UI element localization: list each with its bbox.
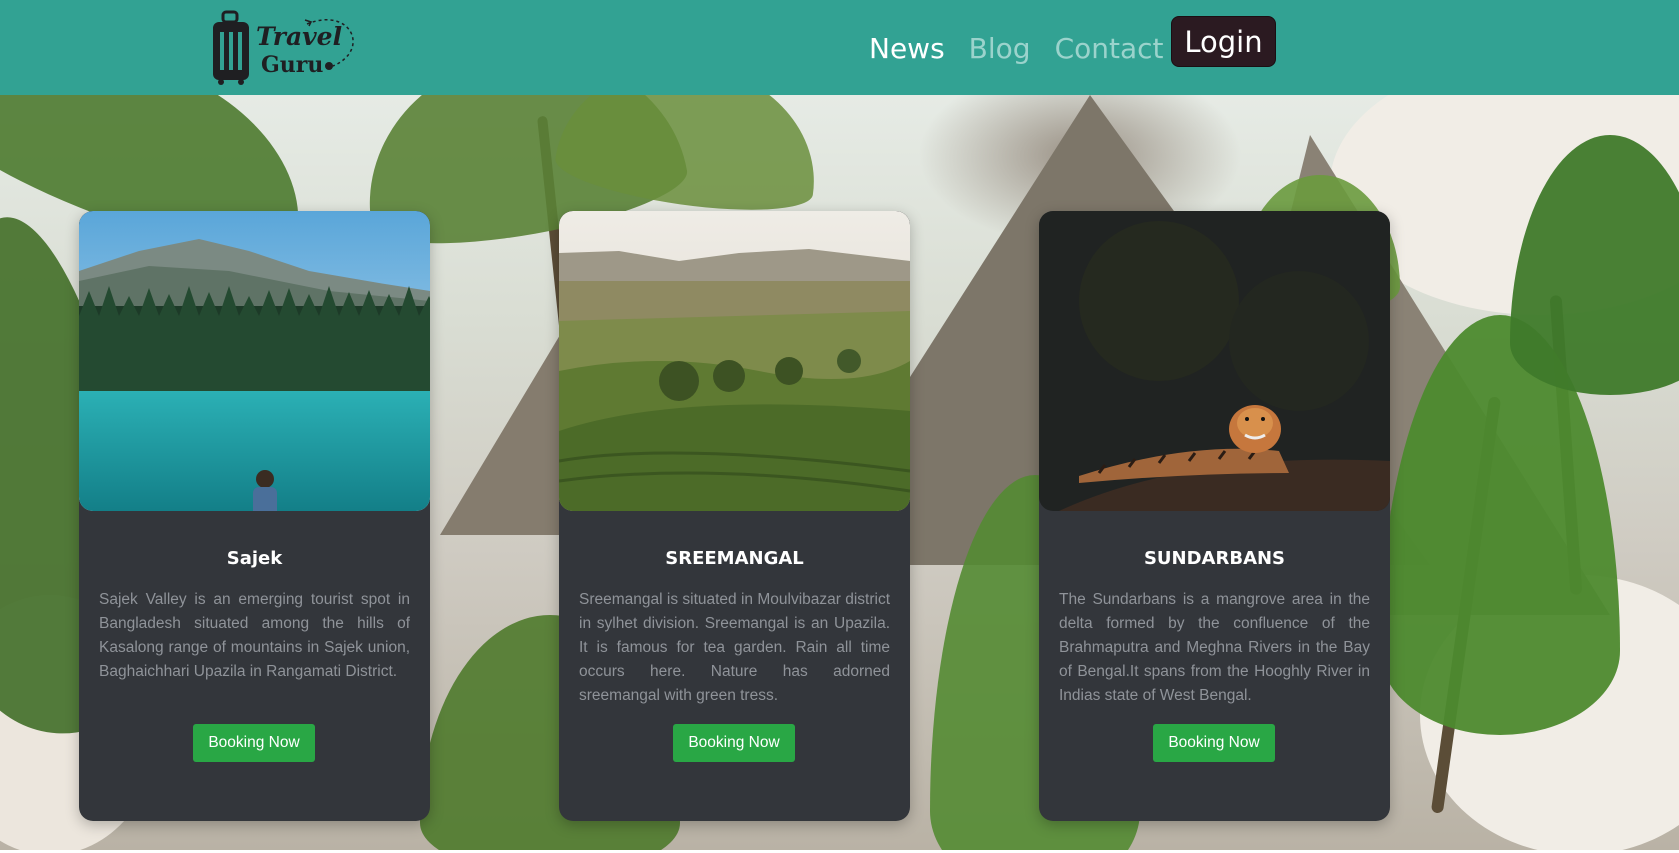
sajek-image [79, 211, 430, 511]
travel-guru-logo[interactable]: Travel Guru [211, 10, 366, 86]
card-title: SREEMANGAL [665, 548, 804, 569]
card-title: SUNDARBANS [1143, 548, 1286, 569]
card-description: Sreemangal is situated in Moulvibazar di… [579, 591, 890, 704]
nav-link-blog[interactable]: Blog [969, 32, 1031, 65]
booking-now-button[interactable]: Booking Now [193, 724, 315, 762]
nav-link-news[interactable]: News [869, 32, 945, 65]
destination-card-sundarbans: SUNDARBANS The Sundarbans is a mangrove … [1039, 211, 1390, 821]
nav-link-contact[interactable]: Contact [1055, 32, 1164, 65]
navbar: Travel Guru News Blog Contact Login [0, 0, 1679, 95]
logo-text-travel: Travel [256, 22, 343, 51]
card-description: The Sundarbans is a mangrove area in the… [1059, 591, 1370, 704]
booking-now-button[interactable]: Booking Now [1153, 724, 1275, 762]
booking-now-button[interactable]: Booking Now [673, 724, 795, 762]
nav-links: News Blog Contact [869, 28, 1188, 68]
logo-text-guru: Guru [261, 52, 324, 78]
destination-card-sreemangal: SREEMANGAL Sreemangal is situated in Mou… [559, 211, 910, 821]
destination-card-sajek: Sajek Sajek Valley is an emerging touris… [79, 211, 430, 821]
card-title: Sajek [226, 548, 283, 569]
card-description: Sajek Valley is an emerging tourist spot… [99, 591, 410, 680]
sreemangal-image [559, 211, 910, 511]
sundarbans-image [1039, 211, 1390, 511]
login-button[interactable]: Login [1171, 16, 1276, 67]
